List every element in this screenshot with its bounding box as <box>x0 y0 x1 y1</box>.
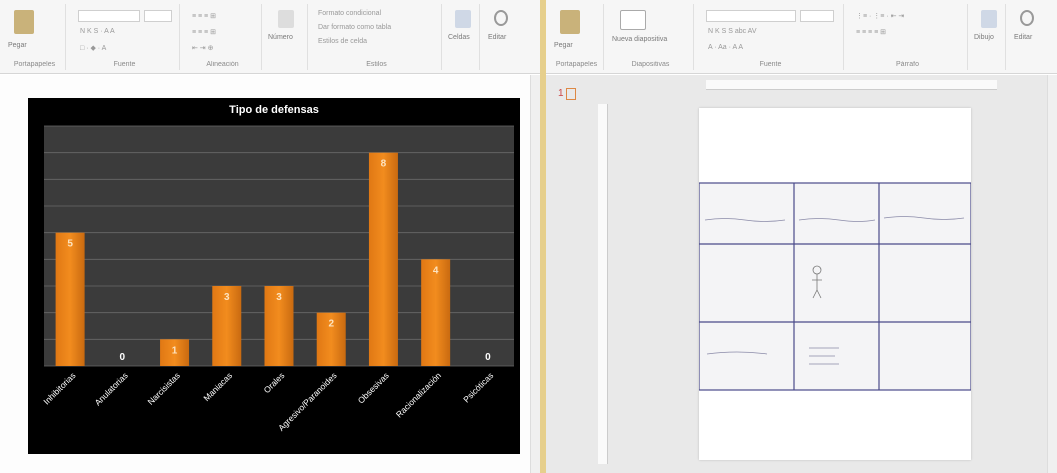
edit-button[interactable]: Editar <box>1014 34 1032 41</box>
percent-icon[interactable] <box>278 10 294 28</box>
spreadsheet-window: Pegar Portapapeles N K S · A A □ · ◆ · A… <box>0 0 540 473</box>
cells-group: Celdas <box>446 4 480 70</box>
group-label: Portapapeles <box>555 61 598 68</box>
group-label: Portapapeles <box>13 61 56 68</box>
category-label: Orales <box>262 370 287 395</box>
slide-thumbnail[interactable] <box>566 88 576 100</box>
border-fill-icons[interactable]: □ · ◆ · A <box>80 44 106 52</box>
bold-italic-underline-icons[interactable]: N K S · A A <box>80 28 115 35</box>
align-center-icons[interactable]: ≡ ≡ ≡ ⊞ <box>192 28 216 36</box>
data-label: 4 <box>433 265 439 276</box>
paste-button[interactable]: Pegar <box>8 42 27 49</box>
clipboard-group: Pegar Portapapeles <box>4 4 66 70</box>
group-label: Alineación <box>206 61 239 68</box>
data-label: 3 <box>224 292 230 303</box>
bar-chart: 5 Inhibitorias 0 Anulatorias 1 Narcisistas 3 Ma… <box>41 125 514 433</box>
vertical-ruler <box>598 104 608 464</box>
alignment-group: ≡ ≡ ≡ ⊞ ≡ ≡ ≡ ⊞ ⇤ ⇥ ⊕ Alineación <box>184 4 262 70</box>
number-group: Número <box>266 4 308 70</box>
bar[interactable] <box>55 232 85 366</box>
ribbon-toolbar: Pegar Portapapeles Nueva diapositiva Dia… <box>546 0 1057 74</box>
horizontal-ruler <box>706 80 997 90</box>
font-group: N K S · A A □ · ◆ · A Fuente <box>70 4 180 70</box>
font-group: N K S S abc AV A · Aa · A A Fuente <box>698 4 844 70</box>
ribbon-toolbar: Pegar Portapapeles N K S · A A □ · ◆ · A… <box>0 0 540 74</box>
group-label: Fuente <box>113 61 136 68</box>
font-size-combo[interactable] <box>144 10 172 22</box>
group-label: Fuente <box>759 61 782 68</box>
bar[interactable] <box>368 152 398 366</box>
draw-button[interactable]: Dibujo <box>974 34 994 41</box>
font-name-combo[interactable] <box>78 10 140 22</box>
cells-button[interactable]: Celdas <box>448 34 470 41</box>
number-button[interactable]: Número <box>268 34 293 41</box>
category-label: Narcisistas <box>146 370 182 406</box>
category-label: Obsesivas <box>356 370 391 405</box>
cells-icon[interactable] <box>455 10 471 28</box>
storyboard-image <box>699 182 971 391</box>
vertical-scrollbar[interactable] <box>530 75 540 473</box>
group-label: Párrafo <box>896 61 919 68</box>
font-name-combo[interactable] <box>706 10 796 22</box>
vertical-scrollbar[interactable] <box>1047 75 1057 473</box>
conditional-format-item[interactable]: Formato condicional <box>318 10 381 17</box>
edit-group: Editar <box>484 4 518 70</box>
slides-group: Nueva diapositiva Diapositivas <box>608 4 694 70</box>
indent-icons[interactable]: ⇤ ⇥ ⊕ <box>192 44 214 52</box>
data-label: 5 <box>67 239 73 250</box>
shapes-icon[interactable] <box>981 10 997 28</box>
clipboard-icon[interactable] <box>560 10 580 34</box>
category-label: Anulatorias <box>93 370 130 407</box>
category-label: Maniacas <box>201 370 234 403</box>
category-label: Racionalización <box>394 370 443 419</box>
search-icon[interactable] <box>1020 10 1034 26</box>
data-label: 3 <box>276 292 282 303</box>
draw-group: Dibujo <box>972 4 1006 70</box>
category-label: Psicóticas <box>461 370 495 404</box>
new-slide-icon[interactable] <box>620 10 646 30</box>
category-label: Agresivo/Paranoides <box>276 370 339 433</box>
new-slide-button[interactable]: Nueva diapositiva <box>612 36 667 43</box>
data-label: 1 <box>172 345 178 356</box>
group-label: Diapositivas <box>631 61 670 68</box>
format-as-table-item[interactable]: Dar formato como tabla <box>318 24 391 31</box>
clipboard-group: Pegar Portapapeles <box>550 4 604 70</box>
align-top-icons[interactable]: ≡ ≡ ≡ ⊞ <box>192 12 216 20</box>
paste-button[interactable]: Pegar <box>554 42 573 49</box>
chart-object[interactable]: Tipo de defensas 5 Inhibitorias 0 Anulatori… <box>28 98 520 454</box>
edit-group: Editar <box>1010 4 1044 70</box>
data-label: 0 <box>120 352 126 363</box>
category-label: Inhibitorias <box>41 370 77 406</box>
text-color-icons[interactable]: A · Aa · A A <box>708 44 743 51</box>
search-icon[interactable] <box>494 10 508 26</box>
presentation-window: Pegar Portapapeles Nueva diapositiva Dia… <box>546 0 1057 473</box>
data-label: 0 <box>485 352 491 363</box>
group-label: Estilos <box>366 61 387 68</box>
paragraph-group: ⋮≡ · ⋮≡ · ⇤ ⇥ ≡ ≡ ≡ ≡ ⊞ Párrafo <box>848 4 968 70</box>
data-label: 2 <box>328 319 334 330</box>
list-icons[interactable]: ⋮≡ · ⋮≡ · ⇤ ⇥ <box>856 12 904 20</box>
cell-styles-item[interactable]: Estilos de celda <box>318 38 367 45</box>
clipboard-icon[interactable] <box>14 10 34 34</box>
text-format-icons[interactable]: N K S S abc AV <box>708 28 757 35</box>
font-size-combo[interactable] <box>800 10 834 22</box>
edit-button[interactable]: Editar <box>488 34 506 41</box>
slide-thumbnail-number[interactable]: 1 <box>558 88 564 99</box>
align-icons[interactable]: ≡ ≡ ≡ ≡ ⊞ <box>856 28 886 36</box>
slide-canvas[interactable] <box>699 108 971 460</box>
data-label: 8 <box>381 159 387 170</box>
styles-group: Formato condicional Dar formato como tab… <box>312 4 442 70</box>
